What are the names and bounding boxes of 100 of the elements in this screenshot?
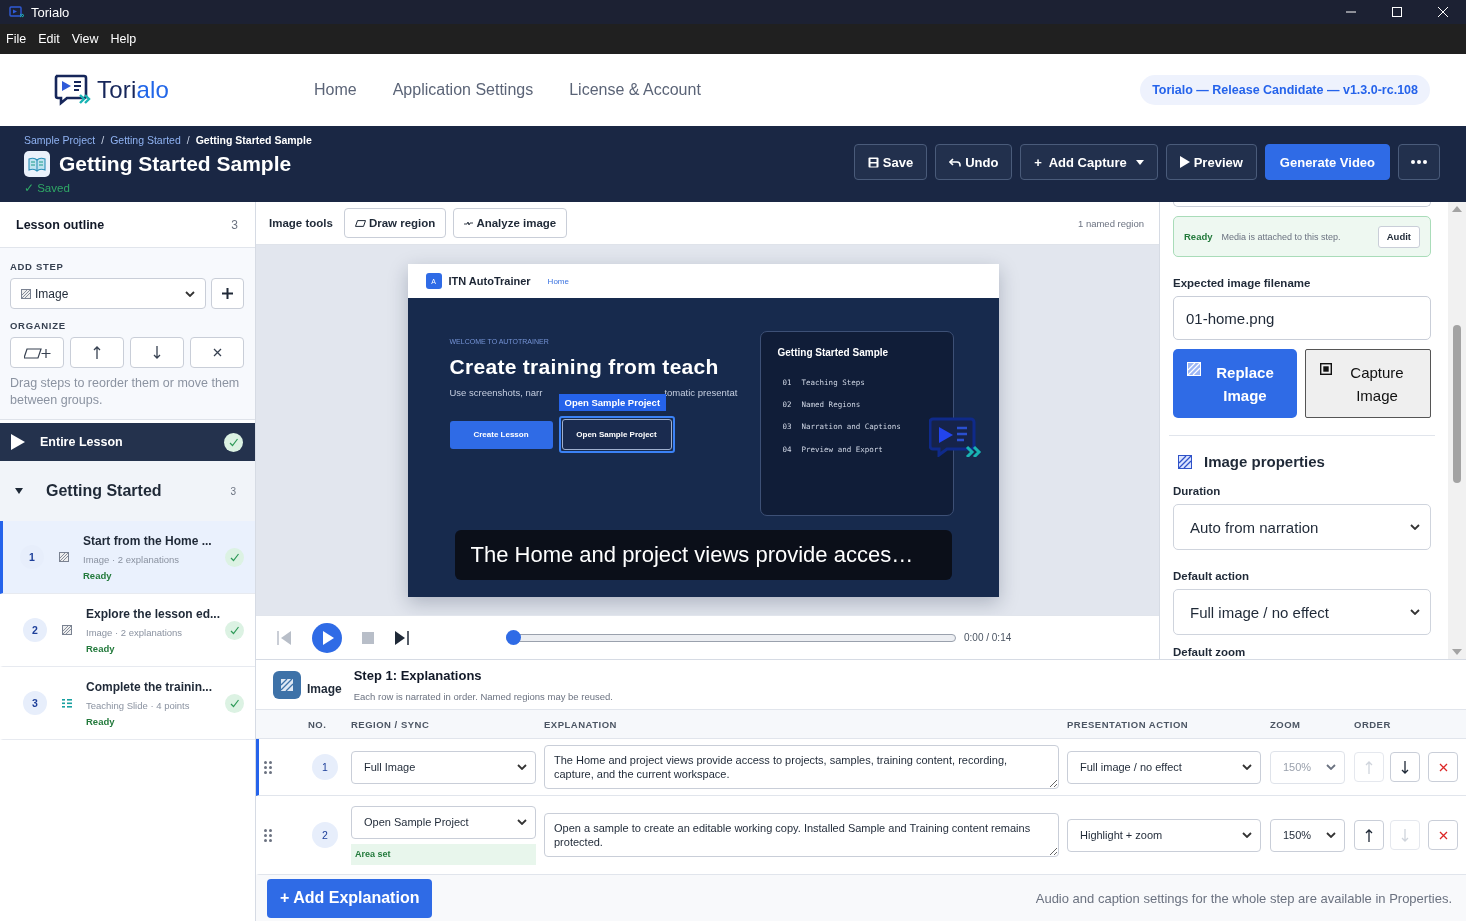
caption-text: The Home and project views provide acces… [454,530,952,580]
breadcrumb-link[interactable]: Sample Project [24,134,96,146]
app-heading: Create training from teach [449,355,720,379]
step-item[interactable]: 1 Start from the Home ... Image · 2 explanations Ready [0,521,255,594]
generate-button[interactable]: Generate Video [1264,144,1390,180]
tool-button[interactable]: Draw region [343,208,447,238]
chevron-icon [517,764,527,770]
more-button[interactable] [1398,144,1440,180]
explanation-field[interactable]: Open a sample to create an editable working copy. Installed Sample and Training content remains protected. [544,813,1059,857]
explanation-row[interactable]: 2 Open Sample Project Area set Open a sample to create an editable working copy. Installed Sample and Training content remains protected. Highlight + zoom 150% [256,796,1466,875]
organize-button[interactable] [10,337,64,368]
maximize-icon[interactable] [1391,6,1403,18]
close-icon [1438,830,1448,840]
wave-icon [464,220,474,226]
explanation-field[interactable]: The Home and project views provide access to projects, samples, training content, recording, capture, and the current workspace. [544,745,1059,789]
image-icon [1187,362,1201,376]
add-button[interactable] [211,278,244,309]
column-header: EXPLANATION [544,718,618,730]
step-type-dropdown[interactable]: Image [10,278,206,309]
skip-forward-icon[interactable] [394,629,410,646]
play-icon[interactable] [312,622,342,653]
section-label: ORGANIZE [10,320,67,331]
column-header: REGION / SYNC [351,718,431,730]
nav-link[interactable]: Home [314,81,357,99]
image-icon [62,625,72,635]
card-title: Getting Started Sample [777,347,890,358]
drag-handle-icon[interactable] [264,760,272,774]
chevron-icon [1326,764,1336,770]
menu-item[interactable]: View [71,32,99,46]
window-title: Torialo [31,4,70,20]
panel-title: Lesson outline [16,217,105,232]
toolbar-button[interactable]: Save [853,144,928,180]
audit-button[interactable]: Audit [1377,225,1420,248]
zoom-dropdown[interactable]: 150% [1270,818,1345,852]
breadcrumb-link[interactable]: Getting Started [110,134,181,146]
subtitle-text: Use screenshots, narr [449,387,543,398]
image-icon [1178,454,1192,469]
step-meta: Teaching Slide · 4 points [86,699,191,711]
lesson-row[interactable]: Entire Lesson [0,423,255,461]
group-title: Getting Started [46,482,162,500]
chevron-icon [1410,609,1420,615]
save-status: ✓ Saved [24,181,71,195]
capture-button[interactable]: Capture Image [1305,349,1431,418]
column-header: ZOOM [1270,718,1302,730]
close-icon[interactable] [1437,6,1449,18]
arrow-up-icon [1365,760,1373,774]
step-title: Start from the Home ... [83,533,212,548]
toolbar-title: Image tools [269,217,333,229]
breadcrumb-separator: / [186,134,190,146]
toolbar-button[interactable]: Preview [1165,144,1257,180]
scroll-up-arrow[interactable] [1452,206,1462,212]
menu-item[interactable]: Edit [38,32,60,46]
group-header[interactable]: Getting Started 3 [0,461,255,521]
move-button[interactable] [1354,820,1384,850]
toolbar-button[interactable]: Undo [935,144,1013,180]
organize-button[interactable] [70,337,124,368]
column-header: ORDER [1354,718,1392,730]
action-dropdown[interactable]: Highlight + zoom [1067,818,1261,852]
step-heading: Step 1: Explanations [353,667,483,683]
field-label: Default zoom [1173,646,1247,659]
tool-button[interactable]: Analyze image [453,208,568,238]
chevron-icon [1410,524,1420,530]
seek-slider[interactable] [506,630,956,645]
time-label: 0:00 / 0:14 [964,632,1012,643]
delete-button[interactable] [1428,752,1458,782]
drag-handle-icon[interactable] [264,828,272,842]
step-item[interactable]: 3 Complete the trainin... Teaching Slide · 4 points Ready [0,667,255,740]
menu-item[interactable]: File [6,32,27,46]
version-badge: Torialo — Release Candidate — v1.3.0-rc.108 [1140,75,1430,105]
count-label: 3 [231,217,238,232]
delete-button[interactable] [1428,820,1458,850]
replace-button[interactable]: Replace Image [1173,349,1297,418]
dropdown-button[interactable]: + Add Capture [1020,144,1158,180]
nav-link[interactable]: License & Account [569,81,701,99]
caret-icon [1135,159,1144,165]
add-explanation-button[interactable]: + Add Explanation [267,878,433,918]
lesson-label: Entire Lesson [40,435,123,449]
filename-field[interactable]: 01-home.png [1173,296,1431,340]
add-group-icon [23,346,51,359]
undo-icon [949,157,962,167]
organize-button[interactable] [130,337,184,368]
app-icon [9,6,25,18]
region-label: Open Sample Project [558,394,667,411]
menu-item[interactable]: Help [110,32,137,46]
dropdown[interactable]: Full image / no effect [1173,589,1431,635]
nav-link[interactable]: Application Settings [392,81,534,99]
move-button[interactable] [1390,752,1420,782]
scrollbar[interactable] [1448,202,1466,659]
arrow-down-icon [153,346,161,359]
logo-text: Torialo [97,76,170,104]
dropdown[interactable]: Auto from narration [1173,504,1431,550]
region-dropdown[interactable]: Open Sample Project [351,805,536,839]
step-item[interactable]: 2 Explore the lesson ed... Image · 2 explanations Ready [0,594,255,667]
action-dropdown[interactable]: Full image / no effect [1067,750,1261,784]
step-meta: Image · 2 explanations [86,626,184,638]
slider-thumb[interactable] [506,630,521,645]
scrollbar-thumb[interactable] [1453,325,1461,483]
region-dropdown[interactable]: Full Image [351,750,536,784]
step-title: Complete the trainin... [86,679,212,694]
section-label: ADD STEP [10,261,65,272]
